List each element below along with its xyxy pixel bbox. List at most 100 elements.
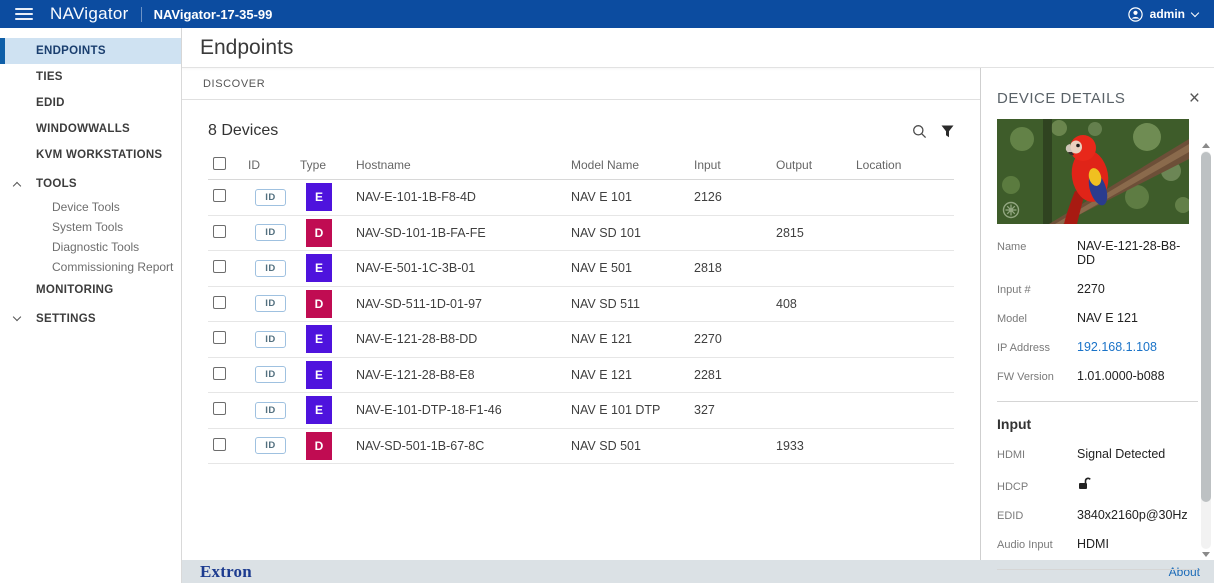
cell-model: NAV E 121 bbox=[571, 332, 632, 347]
tab-bar: DISCOVER bbox=[182, 68, 980, 100]
sidebar-item-label: WINDOWWALLS bbox=[36, 123, 131, 135]
sidebar-item-label: Commissioning Report bbox=[52, 260, 174, 274]
cell-output: 2815 bbox=[776, 225, 804, 240]
sidebar-item-windowwalls[interactable]: WINDOWWALLS bbox=[0, 116, 181, 142]
sidebar-item-label: TIES bbox=[36, 71, 63, 83]
cell-id: ID bbox=[248, 188, 300, 206]
cell-output: 408 bbox=[776, 296, 797, 311]
filter-icon[interactable] bbox=[941, 125, 954, 138]
cell-select bbox=[208, 260, 248, 276]
sidebar-item-label: KVM WORKSTATIONS bbox=[36, 149, 163, 161]
row-checkbox[interactable] bbox=[213, 402, 226, 416]
detail-label: Audio Input bbox=[997, 539, 1053, 551]
sidebar-item-tools[interactable]: TOOLS bbox=[0, 171, 181, 197]
identify-button[interactable]: ID bbox=[255, 366, 286, 384]
sidebar-item-monitoring[interactable]: MONITORING bbox=[0, 277, 181, 303]
chevron-down-icon bbox=[1190, 8, 1200, 17]
table-row: ID E NAV-E-121-28-B8-E8 NAV E 121 2281 bbox=[208, 358, 954, 393]
identify-button[interactable]: ID bbox=[255, 259, 286, 277]
panel-scrollbar[interactable] bbox=[1200, 140, 1212, 560]
tab-discover[interactable]: DISCOVER bbox=[201, 69, 267, 99]
row-checkbox[interactable] bbox=[213, 366, 226, 380]
cell-select bbox=[208, 437, 248, 454]
cell-type: E bbox=[300, 325, 356, 354]
search-icon[interactable] bbox=[912, 124, 927, 139]
type-badge: E bbox=[306, 254, 332, 283]
identify-button[interactable]: ID bbox=[255, 224, 286, 242]
sidebar-item-diagnostic-tools[interactable]: Diagnostic Tools bbox=[0, 237, 181, 257]
cell-type: E bbox=[300, 396, 356, 425]
identify-button[interactable]: ID bbox=[255, 330, 286, 348]
sidebar-item-endpoints[interactable]: ENDPOINTS bbox=[0, 38, 181, 64]
sidebar-item-system-tools[interactable]: System Tools bbox=[0, 217, 181, 237]
table-row: ID D NAV-SD-101-1B-FA-FE NAV SD 101 2815 bbox=[208, 216, 954, 251]
cell-id: ID bbox=[248, 224, 300, 242]
detail-label: IP Address bbox=[997, 342, 1050, 354]
cell-input: 2126 bbox=[694, 190, 722, 205]
chevron-down-icon bbox=[12, 312, 22, 322]
scroll-up-arrow-icon[interactable] bbox=[1202, 143, 1210, 148]
sidebar-item-kvm-workstations[interactable]: KVM WORKSTATIONS bbox=[0, 142, 181, 168]
table-row: ID D NAV-SD-501-1B-67-8C NAV SD 501 1933 bbox=[208, 429, 954, 464]
detail-value: 1.01.0000-b088 bbox=[1077, 369, 1165, 383]
cell-input: 2281 bbox=[694, 367, 722, 382]
table-row: ID E NAV-E-101-DTP-18-F1-46 NAV E 101 DTP 32… bbox=[208, 393, 954, 429]
detail-field-hdmi: HDMI Signal Detected bbox=[997, 447, 1198, 461]
table-row: ID D NAV-SD-511-1D-01-97 NAV SD 511 408 bbox=[208, 287, 954, 322]
scrollbar-track[interactable] bbox=[1201, 151, 1211, 549]
cell-select bbox=[208, 366, 248, 383]
user-menu[interactable]: admin bbox=[1127, 6, 1200, 22]
cell-type: D bbox=[300, 431, 356, 460]
cell-select bbox=[208, 189, 248, 205]
select-all-checkbox[interactable] bbox=[213, 156, 226, 170]
cell-hostname: NAV-E-101-DTP-18-F1-46 bbox=[356, 403, 502, 418]
ip-address-link[interactable]: 192.168.1.108 bbox=[1077, 340, 1157, 354]
scrollbar-thumb[interactable] bbox=[1201, 152, 1211, 503]
cell-id: ID bbox=[248, 330, 300, 348]
cell-input: 327 bbox=[694, 403, 715, 418]
row-checkbox[interactable] bbox=[213, 295, 226, 309]
hamburger-menu-icon[interactable] bbox=[15, 5, 33, 23]
detail-field-fw-version: FW Version 1.01.0000-b088 bbox=[997, 369, 1198, 383]
cell-type: E bbox=[300, 254, 356, 283]
identify-button[interactable]: ID bbox=[255, 437, 286, 455]
cell-id: ID bbox=[248, 437, 300, 455]
detail-value: NAV-E-121-28-B8-DD bbox=[1077, 239, 1181, 267]
cell-hostname: NAV-SD-511-1D-01-97 bbox=[356, 296, 482, 311]
detail-field-name: Name NAV-E-121-28-B8-DD bbox=[997, 239, 1198, 267]
cell-select bbox=[208, 331, 248, 347]
identify-button[interactable]: ID bbox=[255, 401, 286, 419]
sidebar-item-commissioning-report[interactable]: Commissioning Report bbox=[0, 257, 181, 277]
sidebar-item-device-tools[interactable]: Device Tools bbox=[0, 197, 181, 217]
row-checkbox[interactable] bbox=[213, 331, 226, 345]
user-icon bbox=[1127, 6, 1143, 22]
sidebar-item-settings[interactable]: SETTINGS bbox=[0, 306, 181, 332]
column-header-location: Location bbox=[856, 157, 902, 172]
cell-select bbox=[208, 224, 248, 241]
detail-value: HDMI bbox=[1077, 537, 1109, 551]
identify-button[interactable]: ID bbox=[255, 295, 286, 313]
sidebar-item-edid[interactable]: EDID bbox=[0, 90, 181, 116]
close-icon[interactable]: × bbox=[1189, 89, 1200, 108]
cell-hostname: NAV-E-101-1B-F8-4D bbox=[356, 190, 476, 205]
input-section-title: Input bbox=[997, 416, 1032, 432]
row-checkbox[interactable] bbox=[213, 437, 226, 451]
detail-field-input: Input # 2270 bbox=[997, 282, 1198, 296]
row-checkbox[interactable] bbox=[213, 224, 226, 238]
detail-label: Input # bbox=[997, 284, 1031, 296]
column-header-hostname: Hostname bbox=[356, 157, 411, 172]
page-header: Endpoints bbox=[182, 28, 1214, 68]
detail-field-audio-input: Audio Input HDMI bbox=[997, 537, 1198, 551]
brand-divider bbox=[140, 6, 142, 22]
identify-button[interactable]: ID bbox=[255, 188, 286, 206]
table-row: ID E NAV-E-501-1C-3B-01 NAV E 501 2818 bbox=[208, 251, 954, 287]
detail-label: Name bbox=[997, 241, 1027, 253]
detail-value: NAV E 121 bbox=[1077, 311, 1138, 325]
row-checkbox[interactable] bbox=[213, 189, 226, 203]
sidebar-item-ties[interactable]: TIES bbox=[0, 64, 181, 90]
row-checkbox[interactable] bbox=[213, 260, 226, 274]
scroll-down-arrow-icon[interactable] bbox=[1202, 552, 1210, 557]
sidebar-item-label: Device Tools bbox=[52, 200, 120, 214]
unlock-icon bbox=[1077, 476, 1091, 493]
cell-input: 2270 bbox=[694, 332, 722, 347]
